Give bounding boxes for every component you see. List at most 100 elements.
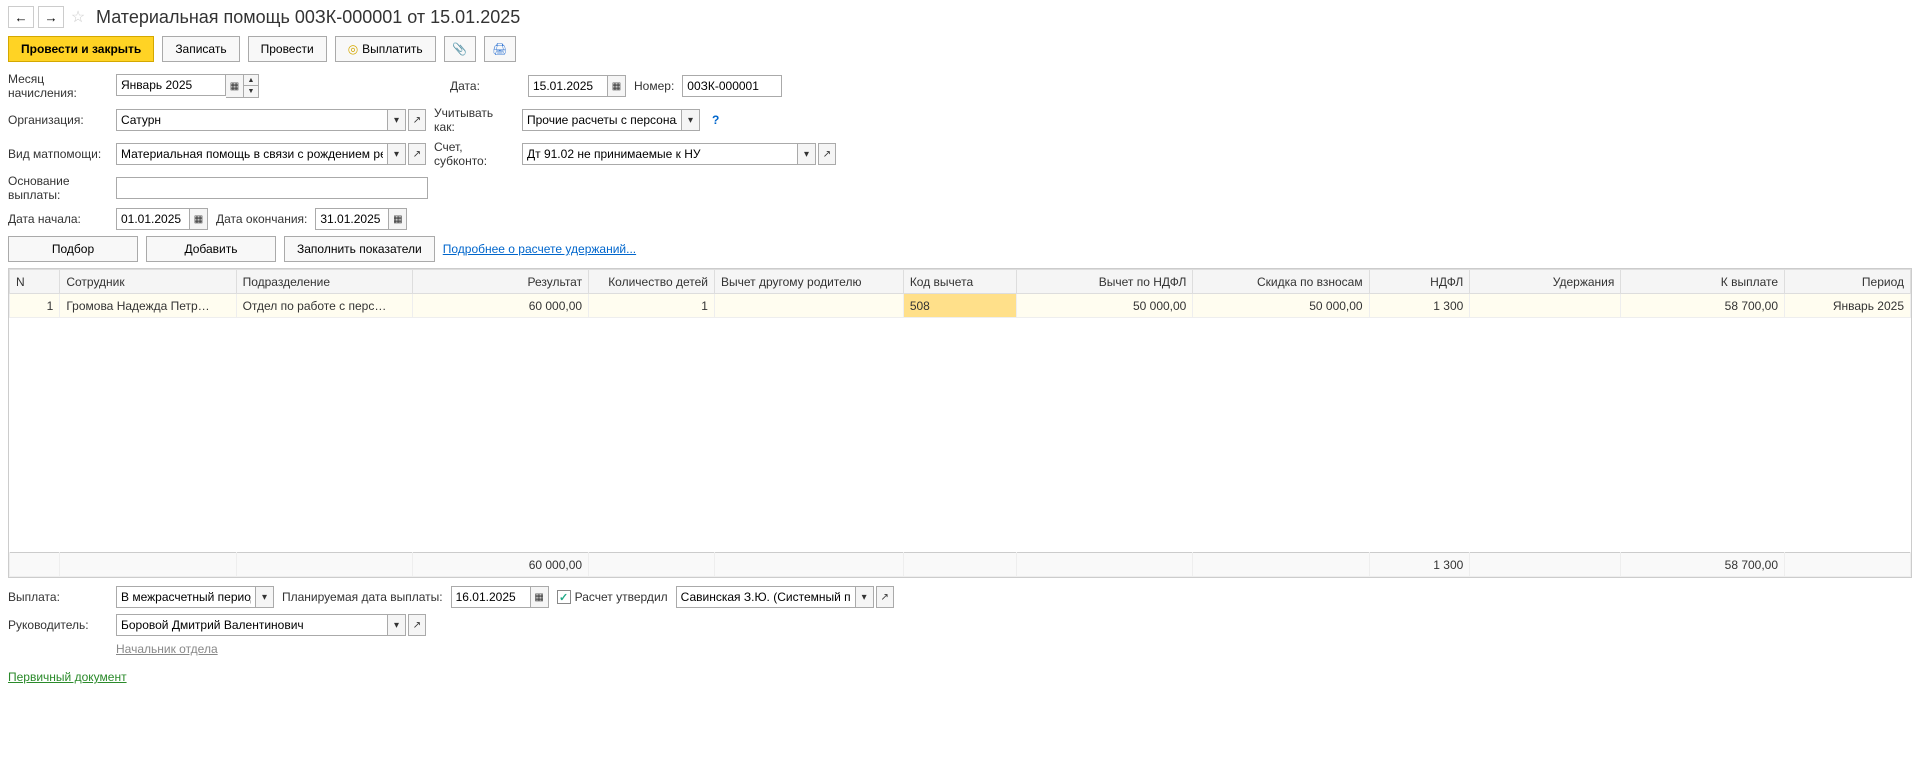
date-label: Дата: [450,79,520,93]
col-dept[interactable]: Подразделение [236,270,412,294]
col-deduct-ndfl[interactable]: Вычет по НДФЛ [1017,270,1193,294]
col-discount[interactable]: Скидка по взносам [1193,270,1369,294]
cell-ndfl[interactable]: 1 300 [1369,294,1470,318]
approved-checkbox[interactable] [557,590,571,604]
open-icon[interactable]: ↗ [876,586,894,608]
number-input[interactable] [682,75,782,97]
dropdown-icon[interactable]: ▾ [256,586,274,608]
footer-ndfl: 1 300 [1369,553,1470,577]
account-as-label: Учитывать как: [434,106,514,134]
col-children[interactable]: Количество детей [589,270,715,294]
pick-button[interactable]: Подбор [8,236,138,262]
employees-table: N Сотрудник Подразделение Результат Коли… [8,268,1912,578]
dropdown-icon[interactable]: ▾ [388,109,406,131]
calendar-icon[interactable]: ▦ [190,208,208,230]
cell-children[interactable]: 1 [589,294,715,318]
col-deduct-code[interactable]: Код вычета [903,270,1016,294]
cell-withhold[interactable] [1470,294,1621,318]
dropdown-icon[interactable]: ▾ [682,109,700,131]
col-withhold[interactable]: Удержания [1470,270,1621,294]
payout-input[interactable] [116,586,256,608]
pay-button[interactable]: ◎ Выплатить [335,36,436,62]
planned-date-label: Планируемая дата выплаты: [282,590,443,604]
help-icon[interactable]: ? [712,113,719,127]
table-footer-row: 60 000,00 1 300 58 700,00 [10,553,1911,577]
main-toolbar: Провести и закрыть Записать Провести ◎ В… [8,36,1912,62]
type-input[interactable] [116,143,388,165]
nav-forward-button[interactable]: → [38,6,64,28]
manager-title-link[interactable]: Начальник отдела [116,642,218,656]
month-spinner[interactable]: ▲▼ [244,74,259,98]
post-button[interactable]: Провести [248,36,327,62]
dropdown-icon[interactable]: ▾ [388,143,406,165]
open-icon[interactable]: ↗ [818,143,836,165]
org-input[interactable] [116,109,388,131]
details-link[interactable]: Подробнее о расчете удержаний... [443,242,636,256]
payout-label: Выплата: [8,590,108,604]
calendar-icon[interactable]: ▦ [531,586,549,608]
cell-deduct-code[interactable]: 508 [903,294,1016,318]
add-button[interactable]: Добавить [146,236,276,262]
month-label: Месяц начисления: [8,72,108,100]
open-icon[interactable]: ↗ [408,143,426,165]
col-result[interactable]: Результат [412,270,588,294]
cell-n[interactable]: 1 [10,294,60,318]
col-n[interactable]: N [10,270,60,294]
approved-label: Расчет утвердил [575,590,668,604]
dropdown-icon[interactable]: ▾ [388,614,406,636]
dropdown-icon[interactable]: ▾ [798,143,816,165]
open-icon[interactable]: ↗ [408,614,426,636]
type-label: Вид матпомощи: [8,147,108,161]
post-and-close-button[interactable]: Провести и закрыть [8,36,154,62]
start-date-input[interactable] [116,208,190,230]
cell-dept[interactable]: Отдел по работе с перс… [236,294,412,318]
calendar-icon[interactable]: ▦ [226,74,244,98]
planned-date-input[interactable] [451,586,531,608]
reason-label: Основание выплаты: [8,174,108,202]
paperclip-icon: 📎 [452,42,467,56]
attach-button[interactable]: 📎 [444,36,476,62]
fill-indicators-button[interactable]: Заполнить показатели [284,236,435,262]
col-period[interactable]: Период [1785,270,1911,294]
page-title: Материальная помощь 00ЗК-000001 от 15.01… [96,7,520,28]
cell-to-pay[interactable]: 58 700,00 [1621,294,1785,318]
nav-back-button[interactable]: ← [8,6,34,28]
calendar-icon[interactable]: ▦ [608,75,626,97]
footer-to-pay: 58 700,00 [1621,553,1785,577]
account-as-input[interactable] [522,109,682,131]
favorite-star-icon[interactable]: ☆ [68,7,88,27]
reason-input[interactable] [116,177,428,199]
pay-button-label: Выплатить [362,42,423,56]
cell-deduct-other[interactable] [714,294,903,318]
save-button[interactable]: Записать [162,36,239,62]
cell-employee[interactable]: Громова Надежда Петр… [60,294,236,318]
manager-input[interactable] [116,614,388,636]
dropdown-icon[interactable]: ▾ [856,586,874,608]
cell-discount[interactable]: 50 000,00 [1193,294,1369,318]
cell-deduct-ndfl[interactable]: 50 000,00 [1017,294,1193,318]
print-button[interactable]: 🖨 [484,36,516,62]
manager-label: Руководитель: [8,618,108,632]
col-ndfl[interactable]: НДФЛ [1369,270,1470,294]
account-input[interactable] [522,143,798,165]
date-input[interactable] [528,75,608,97]
coin-icon: ◎ [348,42,358,56]
open-icon[interactable]: ↗ [408,109,426,131]
primary-document-link[interactable]: Первичный документ [8,670,127,684]
printer-icon: 🖨 [492,42,507,56]
col-deduct-other[interactable]: Вычет другому родителю [714,270,903,294]
col-to-pay[interactable]: К выплате [1621,270,1785,294]
org-label: Организация: [8,113,108,127]
approver-input[interactable] [676,586,856,608]
cell-result[interactable]: 60 000,00 [412,294,588,318]
footer-result: 60 000,00 [412,553,588,577]
end-date-label: Дата окончания: [216,212,307,226]
month-input[interactable] [116,74,226,96]
number-label: Номер: [634,79,674,93]
end-date-input[interactable] [315,208,389,230]
table-row[interactable]: 1 Громова Надежда Петр… Отдел по работе … [10,294,1911,318]
calendar-icon[interactable]: ▦ [389,208,407,230]
col-employee[interactable]: Сотрудник [60,270,236,294]
cell-period[interactable]: Январь 2025 [1785,294,1911,318]
account-label: Счет, субконто: [434,140,514,168]
